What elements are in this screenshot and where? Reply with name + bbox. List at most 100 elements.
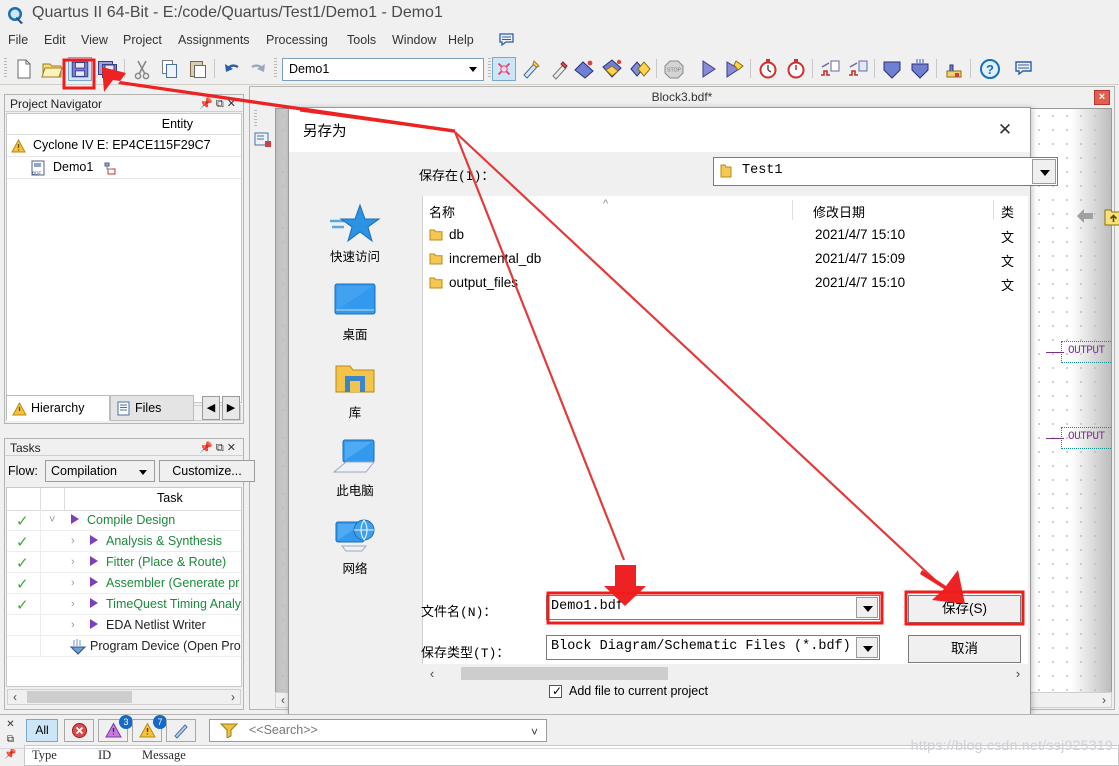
output-block-2[interactable]: OUTPUT xyxy=(1046,427,1111,449)
filename-dropdown-button[interactable] xyxy=(856,597,878,618)
chevron-right-icon[interactable]: › xyxy=(71,598,75,610)
file-list-hscroll[interactable]: ‹ › xyxy=(422,664,1028,684)
toolbar-grip-2[interactable] xyxy=(274,58,277,78)
copy-icon[interactable] xyxy=(158,57,182,81)
new-file-icon[interactable] xyxy=(12,57,36,81)
open-file-icon[interactable] xyxy=(40,57,64,81)
filetype-dropdown-button[interactable] xyxy=(856,637,878,658)
start-compilation-icon[interactable] xyxy=(600,57,624,81)
project-combo[interactable]: Demo1 xyxy=(282,58,484,81)
tree-row-demo1[interactable]: BDF Demo1 xyxy=(7,157,241,179)
place-quick-access[interactable]: 快速访问 xyxy=(290,200,420,276)
file-scroll-left-icon[interactable]: ‹ xyxy=(424,665,440,682)
look-in-dropdown-button[interactable] xyxy=(1032,159,1056,184)
menu-file[interactable]: File xyxy=(8,33,28,47)
editor-palette-grip[interactable] xyxy=(254,110,257,126)
scroll-right-icon[interactable]: › xyxy=(1097,693,1111,707)
file-scroll-thumb[interactable] xyxy=(461,667,668,680)
stop-icon[interactable]: STOP xyxy=(662,57,686,81)
save-file-icon[interactable] xyxy=(68,57,92,81)
message-balloon-icon[interactable] xyxy=(498,32,516,48)
tasks-panel-buttons[interactable]: 📌⧉✕ xyxy=(199,441,239,455)
task-row-program-device[interactable]: Program Device (Open Prog xyxy=(7,636,241,657)
filename-input[interactable]: Demo1.bdf xyxy=(546,595,880,620)
tasks-scroll-right-icon[interactable]: › xyxy=(226,690,240,704)
redo-icon[interactable] xyxy=(246,57,270,81)
task-row-compile-design[interactable]: ✓ ˅ Compile Design xyxy=(7,510,241,531)
chevron-down-icon[interactable]: ˅ xyxy=(49,514,55,526)
checkbox-box[interactable]: ✓ xyxy=(549,684,562,698)
pin-planner-icon[interactable] xyxy=(548,57,572,81)
search-input[interactable]: <<Search>> ˅ xyxy=(209,719,547,742)
place-this-pc[interactable]: 此电脑 xyxy=(290,434,420,510)
project-navigator-tree[interactable]: Entity Cyclone IV E: EP4CE115F29C7 BDF D… xyxy=(6,113,242,403)
task-run-icon[interactable] xyxy=(90,619,98,629)
chevron-right-icon[interactable]: › xyxy=(71,535,75,547)
timing-analyzer-icon[interactable] xyxy=(756,57,780,81)
task-row-timequest[interactable]: ✓ › TimeQuest Timing Analy xyxy=(7,594,241,615)
column-type[interactable]: 类 xyxy=(1001,202,1014,221)
task-row-eda-netlist-writer[interactable]: › EDA Netlist Writer xyxy=(7,615,241,636)
save-button[interactable]: 保存(S) xyxy=(908,595,1021,623)
start-icon[interactable] xyxy=(696,57,720,81)
filter-critical-warning-button[interactable]: 3 xyxy=(98,715,133,742)
programmer2-icon[interactable] xyxy=(908,57,932,81)
task-row-fitter[interactable]: ✓ › Fitter (Place & Route) xyxy=(7,552,241,573)
programmer-icon[interactable] xyxy=(880,57,904,81)
task-run-icon[interactable] xyxy=(90,577,98,587)
menu-edit[interactable]: Edit xyxy=(44,33,66,47)
task-row-analysis-synthesis[interactable]: ✓ › Analysis & Synthesis xyxy=(7,531,241,552)
tab-next-button[interactable]: ▶ xyxy=(222,396,240,420)
filter-warning-button[interactable]: 7 xyxy=(132,715,167,742)
menu-processing[interactable]: Processing xyxy=(266,33,328,47)
message-icon[interactable] xyxy=(1012,57,1036,81)
toolbar-grip-3[interactable] xyxy=(488,58,491,78)
cut-icon[interactable] xyxy=(130,57,154,81)
tasks-hscroll[interactable]: ‹ › xyxy=(7,689,241,705)
undo-icon[interactable] xyxy=(220,57,244,81)
rtl-viewer-icon[interactable] xyxy=(818,57,842,81)
chevron-right-icon[interactable]: › xyxy=(71,577,75,589)
timequest-icon[interactable] xyxy=(784,57,808,81)
chevron-right-icon[interactable]: › xyxy=(71,556,75,568)
tasks-scroll-thumb[interactable] xyxy=(27,691,132,703)
file-row[interactable]: db 2021/4/7 15:10 文 xyxy=(423,224,1028,248)
menu-view[interactable]: View xyxy=(81,33,108,47)
paste-icon[interactable] xyxy=(186,57,210,81)
close-icon[interactable]: ✕ xyxy=(988,118,1022,142)
chevron-right-icon[interactable]: › xyxy=(71,619,75,631)
up-folder-icon[interactable] xyxy=(1103,206,1119,227)
chevron-down-icon[interactable]: ˅ xyxy=(531,725,538,739)
chevron-down-icon[interactable] xyxy=(469,67,477,72)
menu-project[interactable]: Project xyxy=(123,33,162,47)
column-sep-1[interactable] xyxy=(792,200,793,220)
compile-design-icon[interactable] xyxy=(628,57,652,81)
tasks-scroll-left-icon[interactable]: ‹ xyxy=(8,690,22,704)
tree-row-device[interactable]: Cyclone IV E: EP4CE115F29C7 xyxy=(7,135,241,157)
back-arrow-icon[interactable] xyxy=(1074,206,1096,226)
task-run-icon[interactable] xyxy=(71,514,79,524)
panel-buttons[interactable]: 📌⧉✕ xyxy=(199,97,239,111)
tasks-table[interactable]: Task ✓ ˅ Compile Design ✓ › Analysis & S… xyxy=(6,487,242,687)
column-modified[interactable]: 修改日期 xyxy=(813,202,865,221)
block-symbol-icon[interactable] xyxy=(253,130,273,150)
column-sep-2[interactable] xyxy=(993,200,994,220)
task-run-icon[interactable] xyxy=(90,535,98,545)
file-row[interactable]: incremental_db 2021/4/7 15:09 文 xyxy=(423,248,1028,272)
save-all-icon[interactable] xyxy=(96,57,120,81)
file-row[interactable]: output_files 2021/4/7 15:10 文 xyxy=(423,272,1028,296)
analysis-synthesis-icon[interactable] xyxy=(520,57,544,81)
task-row-assembler[interactable]: ✓ › Assembler (Generate pr xyxy=(7,573,241,594)
help-icon[interactable]: ? xyxy=(978,57,1002,81)
filetype-combo[interactable]: Block Diagram/Schematic Files (*.bdf) xyxy=(546,635,880,660)
start-simulation-icon[interactable] xyxy=(722,57,746,81)
tab-files[interactable]: Files xyxy=(110,395,194,421)
technology-viewer-icon[interactable] xyxy=(846,57,870,81)
filter-all-button[interactable]: All xyxy=(26,719,58,742)
compilation-report-icon[interactable] xyxy=(492,57,516,81)
toolbar-grip[interactable] xyxy=(4,58,7,78)
output-block-1[interactable]: OUTPUT xyxy=(1046,341,1111,363)
messages-panel-buttons[interactable]: ✕ ⧉ 📌 xyxy=(2,717,19,764)
flow-combo[interactable]: Compilation xyxy=(45,460,155,482)
place-desktop[interactable]: 桌面 xyxy=(290,278,420,354)
